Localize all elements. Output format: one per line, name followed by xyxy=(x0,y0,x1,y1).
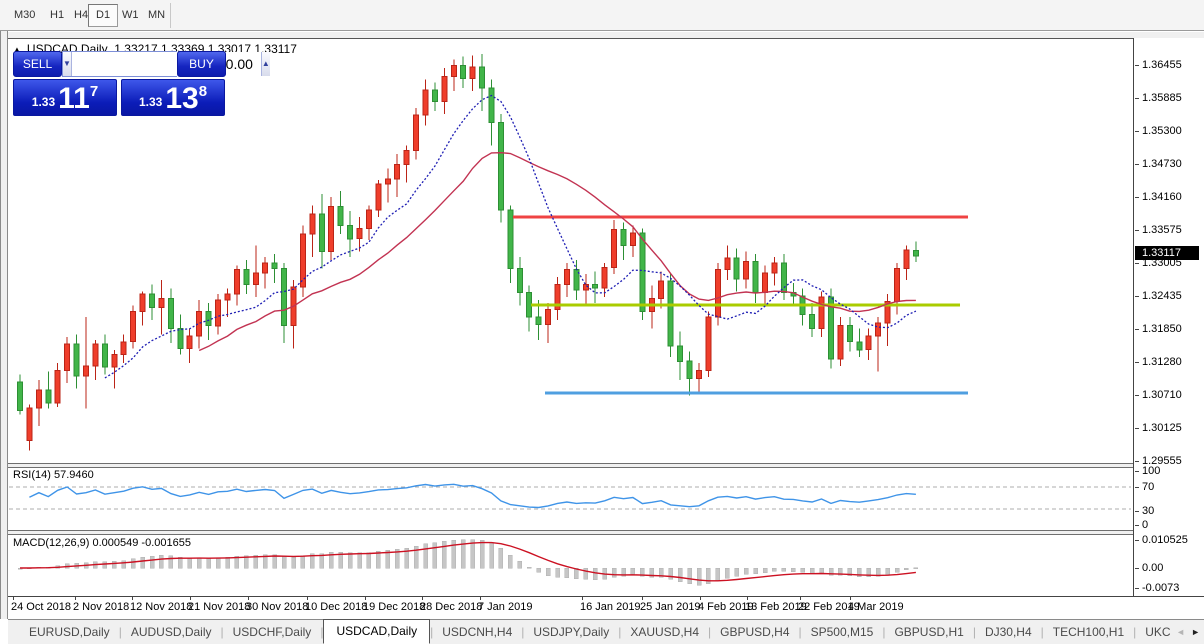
price-tick-label: 1.35885 xyxy=(1142,92,1182,104)
date-tick xyxy=(75,597,76,600)
rsi-tick-label: 0 xyxy=(1142,519,1148,531)
date-tick-label: 16 Jan 2019 xyxy=(580,601,641,613)
one-click-trade-widget: SELL ▼ ▲ BUY 1.33 11 7 1.33 13 8 xyxy=(13,51,226,116)
tab-scroll-left-icon[interactable]: ◄ xyxy=(1176,625,1185,639)
date-tick xyxy=(248,597,249,600)
chart-tab-usdjpy-daily[interactable]: USDJPY,Daily xyxy=(524,622,618,642)
price-tick-label: 1.35300 xyxy=(1142,125,1182,137)
date-tick-label: 25 Jan 2019 xyxy=(640,601,701,613)
date-tick xyxy=(800,597,801,600)
time-axis: 24 Oct 20182 Nov 201812 Nov 201821 Nov 2… xyxy=(8,597,1204,619)
tab-scroll-controls: ◄► xyxy=(1176,625,1200,639)
price-tick-label: 1.31850 xyxy=(1142,323,1182,335)
date-tick xyxy=(132,597,133,600)
timeframe-toolbar: M30 H1 H4 D1 W1 MN xyxy=(0,0,1204,31)
date-tick-label: 10 Dec 2018 xyxy=(305,601,367,613)
chart-tab-gbpusd-h1[interactable]: GBPUSD,H1 xyxy=(885,622,972,642)
sell-price-base: 1.33 xyxy=(32,95,55,109)
tab-scroll-right-icon[interactable]: ► xyxy=(1191,625,1200,639)
date-tick-label: 24 Oct 2018 xyxy=(11,601,71,613)
toolbar-separator xyxy=(170,3,171,28)
mt4-window: M30 H1 H4 D1 W1 MN 1.36455 1.35885 1.35300… xyxy=(0,0,1204,644)
date-tick xyxy=(480,597,481,600)
date-tick xyxy=(747,597,748,600)
date-tick-label: 19 Dec 2018 xyxy=(363,601,425,613)
date-tick xyxy=(642,597,643,600)
chart-tab-tech100-h1[interactable]: TECH100,H1 xyxy=(1044,622,1133,642)
date-tick-label: 30 Nov 2018 xyxy=(246,601,308,613)
date-tick xyxy=(190,597,191,600)
rsi-tick-label: 30 xyxy=(1142,505,1154,517)
timeframe-m30-button[interactable]: M30 xyxy=(6,4,43,27)
date-tick-label: 21 Nov 2018 xyxy=(188,601,250,613)
chart-tab-eurusd-daily[interactable]: EURUSD,Daily xyxy=(20,622,119,642)
chart-tab-bar: EURUSD,Daily|AUDUSD,Daily|USDCHF,Daily|U… xyxy=(8,619,1204,644)
buy-button[interactable]: BUY xyxy=(177,51,226,77)
macd-tick-label: -0.0073 xyxy=(1142,582,1179,594)
macd-tick-label: 0.010525 xyxy=(1142,534,1188,546)
macd-tick-label: 0.00 xyxy=(1142,562,1163,574)
volume-input[interactable] xyxy=(72,52,261,76)
sell-price-pips: 11 xyxy=(58,86,90,112)
date-tick-label: 28 Dec 2018 xyxy=(420,601,482,613)
date-tick xyxy=(582,597,583,600)
date-tick xyxy=(365,597,366,600)
rsi-panel[interactable] xyxy=(8,468,1133,530)
volume-control: ▼ ▲ xyxy=(62,51,177,77)
buy-price-point: 8 xyxy=(199,83,207,100)
timeframe-mn-button[interactable]: MN xyxy=(140,4,173,27)
date-tick-label: 4 Mar 2019 xyxy=(848,601,904,613)
chart-tab-xauusd-h4[interactable]: XAUUSD,H4 xyxy=(621,622,708,642)
chart-tab-ukc[interactable]: UKC xyxy=(1136,622,1179,642)
price-tick-label: 1.31280 xyxy=(1142,356,1182,368)
price-tick-label: 1.33575 xyxy=(1142,224,1182,236)
chart-tab-gbpusd-h4[interactable]: GBPUSD,H4 xyxy=(711,622,798,642)
date-tick xyxy=(850,597,851,600)
date-tick-label: 7 Jan 2019 xyxy=(478,601,532,613)
date-tick-label: 12 Nov 2018 xyxy=(130,601,192,613)
buy-price-quote[interactable]: 1.33 13 8 xyxy=(121,79,225,116)
current-price-badge: 1.33117 xyxy=(1135,246,1199,260)
macd-indicator-label: MACD(12,26,9) 0.000549 -0.001655 xyxy=(13,537,191,549)
sell-price-quote[interactable]: 1.33 11 7 xyxy=(13,79,117,116)
volume-increase-icon[interactable]: ▲ xyxy=(261,52,270,76)
date-tick xyxy=(700,597,701,600)
chart-tab-usdcad-daily[interactable]: USDCAD,Daily xyxy=(323,619,430,644)
window-left-frame xyxy=(0,31,8,619)
chart-tab-usdcnh-h4[interactable]: USDCNH,H4 xyxy=(433,622,521,642)
buy-price-pips: 13 xyxy=(165,86,198,112)
buy-price-base: 1.33 xyxy=(139,95,162,109)
rsi-tick-label: 70 xyxy=(1142,481,1154,493)
date-tick xyxy=(13,597,14,600)
price-tick-label: 1.36455 xyxy=(1142,59,1182,71)
sell-price-point: 7 xyxy=(90,83,98,100)
price-tick-label: 1.32435 xyxy=(1142,290,1182,302)
chart-tab-sp500-m15[interactable]: SP500,M15 xyxy=(802,622,883,642)
price-tick-label: 1.30125 xyxy=(1142,422,1182,434)
rsi-indicator-label: RSI(14) 57.9460 xyxy=(13,469,94,481)
date-tick-label: 2 Nov 2018 xyxy=(73,601,129,613)
price-tick-label: 1.34160 xyxy=(1142,191,1182,203)
price-tick-label: 1.30710 xyxy=(1142,389,1182,401)
chart-tab-dj30-h4[interactable]: DJ30,H4 xyxy=(976,622,1041,642)
price-axis: 1.36455 1.35885 1.35300 1.34730 1.34160 1.335… xyxy=(1134,38,1204,596)
volume-decrease-icon[interactable]: ▼ xyxy=(63,52,72,76)
date-tick xyxy=(307,597,308,600)
chart-tab-usdchf-daily[interactable]: USDCHF,Daily xyxy=(224,622,321,642)
date-tick xyxy=(422,597,423,600)
sell-button[interactable]: SELL xyxy=(13,51,62,77)
chart-tab-audusd-daily[interactable]: AUDUSD,Daily xyxy=(122,622,221,642)
rsi-tick-label: 100 xyxy=(1142,465,1160,477)
price-tick-label: 1.34730 xyxy=(1142,158,1182,170)
